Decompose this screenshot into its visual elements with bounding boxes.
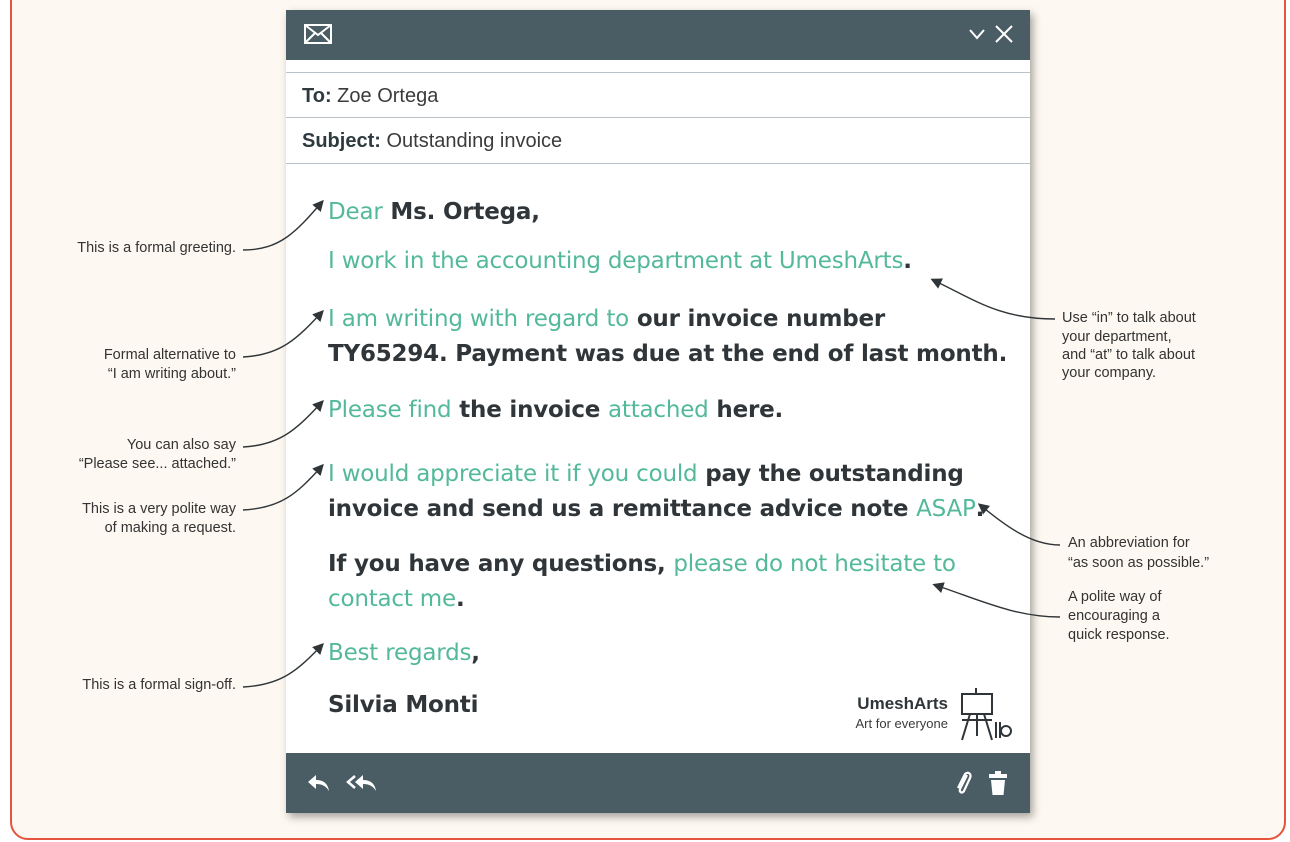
email-window: To: Zoe Ortega Subject: Outstanding invo…: [286, 10, 1030, 813]
line1-text: .: [903, 248, 912, 274]
note-polite-request-2: of making a request.: [104, 520, 236, 536]
company-logo: UmeshArts Art for everyone: [818, 686, 1018, 746]
trash-icon[interactable]: [988, 769, 1008, 801]
line3-text-1: the invoice: [451, 397, 608, 423]
envelope-icon: [304, 24, 332, 48]
email-footer-toolbar: [286, 753, 1030, 813]
signoff-text: ,: [471, 640, 480, 666]
line4-text-2: .: [975, 496, 985, 522]
line4-highlight-2: ASAP: [916, 496, 976, 522]
note-quick-response-2: encouraging a: [1068, 608, 1160, 624]
easel-icon: [958, 686, 1012, 746]
paperclip-icon[interactable]: [954, 769, 974, 801]
email-titlebar: [286, 10, 1030, 60]
subject-field[interactable]: Subject: Outstanding invoice: [286, 118, 1030, 164]
reply-icon[interactable]: [306, 773, 332, 797]
to-label: To:: [302, 85, 332, 107]
note-asap-1: An abbreviation for: [1068, 535, 1190, 551]
greeting-line: Dear Ms. Ortega,: [328, 195, 1008, 230]
subject-label: Subject:: [302, 130, 381, 152]
line5-text-1: If you have any questions,: [328, 551, 674, 577]
line3-text-2: here.: [708, 397, 784, 423]
signoff-highlight: Best regards: [328, 640, 472, 666]
body-line-4: I would appreciate it if you could pay t…: [328, 457, 1008, 527]
note-polite-request-1: This is a very polite way: [82, 501, 236, 517]
close-icon[interactable]: [994, 24, 1014, 48]
note-formal-alternative-2: “I am writing about.”: [107, 366, 236, 382]
note-in-at-3: and “at” to talk about: [1062, 347, 1195, 363]
greeting-text: Ms. Ortega,: [382, 199, 540, 225]
line4-highlight-1: I would appreciate it if you could: [328, 461, 698, 487]
note-formal-alternative-1: Formal alternative to: [103, 347, 236, 363]
line2-highlight: I am writing with regard to: [328, 306, 630, 332]
line1-highlight: I work in the accounting department at U…: [328, 248, 904, 274]
body-line-1: I work in the accounting department at U…: [328, 244, 1008, 279]
subject-value: Outstanding invoice: [386, 130, 563, 152]
note-please-see-1: You can also say: [126, 437, 236, 453]
line3-highlight-2: attached: [607, 397, 709, 423]
greeting-highlight: Dear: [328, 199, 383, 225]
chevron-down-icon[interactable]: [968, 26, 986, 45]
body-line-3: Please find the invoice attached here.: [328, 393, 1008, 428]
line3-highlight-1: Please find: [328, 397, 452, 423]
note-formal-signoff: This is a formal sign-off.: [82, 677, 236, 693]
note-asap-2: “as soon as possible.”: [1068, 555, 1210, 571]
note-quick-response-1: A polite way of: [1068, 589, 1162, 605]
body-line-2: I am writing with regard to our invoice …: [328, 302, 1008, 372]
to-value: Zoe Ortega: [337, 85, 439, 107]
note-please-see-2: “Please see... attached.”: [78, 456, 236, 472]
reply-all-icon[interactable]: [346, 773, 380, 797]
logo-name: UmeshArts: [857, 694, 948, 713]
note-formal-greeting: This is a formal greeting.: [77, 240, 236, 256]
note-in-at-2: your department,: [1062, 329, 1172, 345]
to-field[interactable]: To: Zoe Ortega: [286, 72, 1030, 118]
signoff-line: Best regards,: [328, 636, 1008, 671]
note-quick-response-3: quick response.: [1068, 627, 1170, 643]
note-in-at-4: your company.: [1062, 365, 1157, 381]
note-in-at-1: Use “in” to talk about: [1062, 310, 1196, 326]
body-line-5: If you have any questions, please do not…: [328, 547, 1008, 617]
line5-text-2: .: [455, 586, 465, 612]
logo-tagline: Art for everyone: [855, 716, 949, 731]
